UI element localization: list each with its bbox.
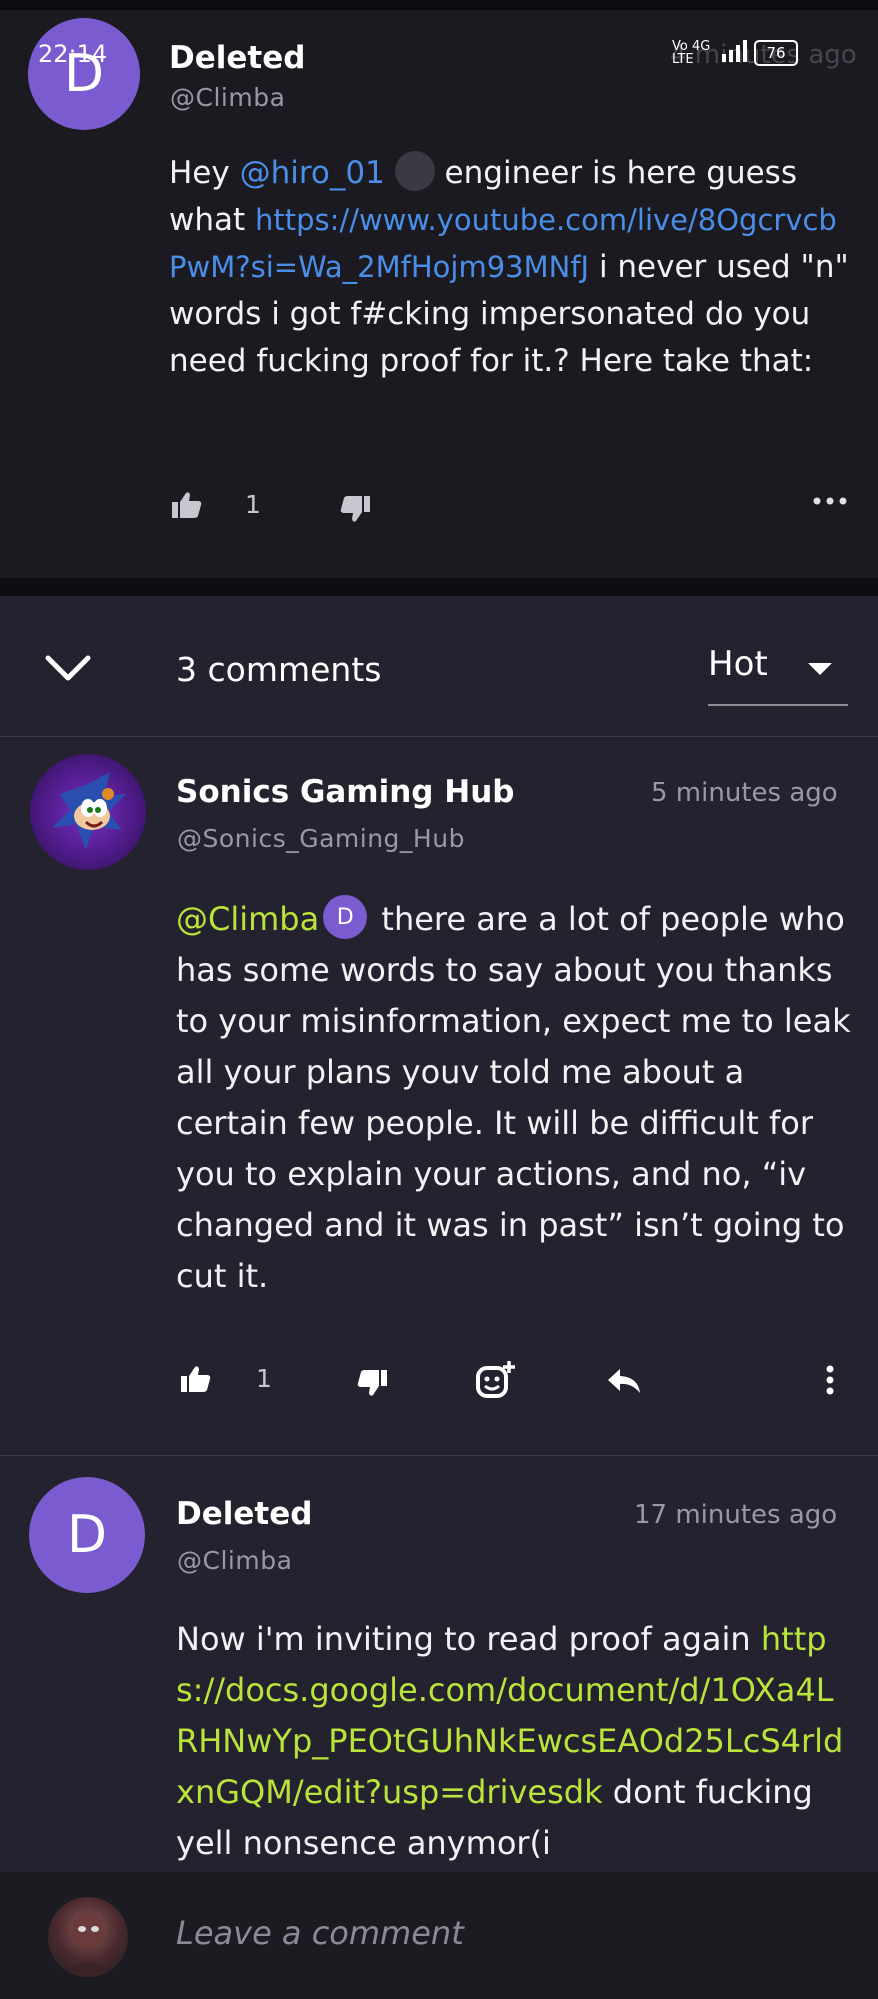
mention-link[interactable]: @hiro_01	[240, 155, 385, 191]
signal-icon	[722, 40, 748, 66]
battery-icon: 76	[754, 40, 798, 66]
more-vertical-icon[interactable]	[818, 1360, 842, 1400]
dislike-button[interactable]	[338, 492, 372, 526]
post-avatar[interactable]: D	[28, 18, 140, 130]
section-divider	[0, 578, 878, 596]
more-horizontal-icon[interactable]	[810, 486, 850, 516]
post-author[interactable]: Deleted	[169, 40, 305, 76]
separator	[0, 1455, 878, 1456]
mention-link[interactable]: @Climba	[176, 900, 319, 938]
status-bar-strip	[0, 0, 878, 10]
reply-icon[interactable]	[604, 1364, 644, 1398]
post-text-greeting: Hey	[169, 155, 240, 191]
like-count: 1	[256, 1364, 272, 1393]
post-text: Hey @hiro_01 engineer is here guess what…	[169, 150, 849, 385]
user-avatar[interactable]	[48, 1897, 128, 1977]
comment-avatar[interactable]: D	[29, 1477, 145, 1593]
comment-text: Now i'm inviting to read proof again htt…	[176, 1614, 852, 1869]
dislike-button[interactable]	[354, 1366, 390, 1400]
sonic-avatar[interactable]	[30, 754, 146, 870]
comment-body-start: Now i'm inviting to read proof again	[176, 1620, 761, 1658]
sort-underline	[708, 704, 848, 706]
status-time: 22:14	[38, 40, 108, 68]
status-icons: Vo 4G LTE 76	[672, 40, 798, 66]
comment-author[interactable]: Deleted	[176, 1496, 312, 1532]
mention-badge: D	[323, 895, 368, 939]
comment-handle: @Climba	[177, 1546, 293, 1575]
sort-label: Hot	[708, 644, 768, 684]
like-button[interactable]	[170, 488, 204, 522]
sort-dropdown[interactable]: Hot	[708, 644, 848, 704]
add-reaction-icon[interactable]	[474, 1358, 518, 1402]
comment-author[interactable]: Sonics Gaming Hub	[176, 774, 515, 810]
network-indicator: Vo 4G LTE	[672, 39, 711, 67]
comment-body: there are a lot of people who has some w…	[176, 900, 851, 1295]
mention-avatar-icon	[394, 150, 435, 191]
comment-handle: @Sonics_Gaming_Hub	[177, 824, 465, 853]
dropdown-arrow-icon	[808, 662, 832, 681]
comment-input[interactable]: Leave a comment	[176, 1914, 464, 1952]
comments-count: 3 comments	[176, 650, 382, 689]
comment-time: 5 minutes ago	[651, 778, 838, 808]
like-button[interactable]	[178, 1362, 214, 1396]
post-handle: @Climba	[170, 83, 286, 112]
comment-text: @Climba D there are a lot of people who h…	[176, 894, 856, 1302]
comment-time: 17 minutes ago	[634, 1500, 838, 1530]
like-count: 1	[245, 490, 261, 519]
collapse-chevron-icon[interactable]	[40, 648, 96, 688]
separator	[0, 736, 878, 737]
